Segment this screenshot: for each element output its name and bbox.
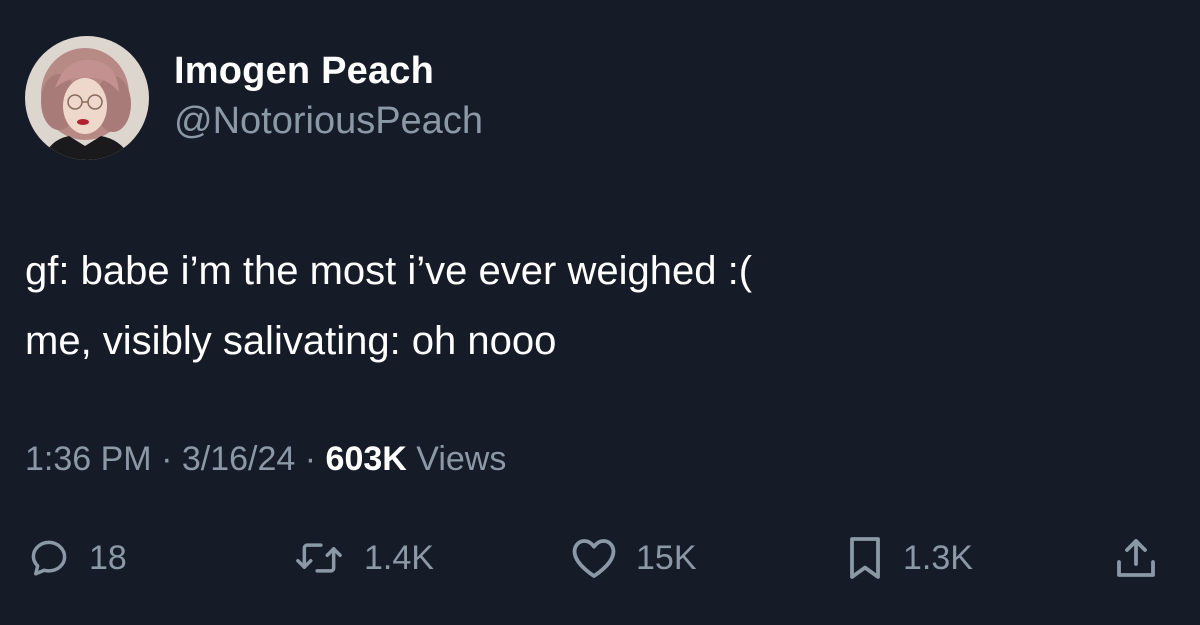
like-count: 15K bbox=[636, 538, 697, 577]
author-display-name[interactable]: Imogen Peach bbox=[174, 50, 434, 93]
share-icon bbox=[1117, 539, 1155, 577]
tweet-line: gf: babe i’m the most i’ve ever weighed … bbox=[25, 249, 753, 293]
tweet-date[interactable]: 3/16/24 bbox=[182, 440, 295, 478]
bookmark-icon bbox=[850, 537, 880, 579]
tweet-time[interactable]: 1:36 PM bbox=[25, 440, 152, 478]
tweet-meta: 1:36 PM · 3/16/24 · 603K Views bbox=[25, 440, 506, 479]
meta-separator: · bbox=[304, 440, 317, 478]
heart-icon bbox=[572, 539, 616, 578]
tweet-text: gf: babe i’m the most i’ve ever weighed … bbox=[25, 236, 752, 376]
like-button[interactable]: 15K bbox=[570, 528, 697, 588]
reply-button[interactable]: 18 bbox=[27, 528, 127, 588]
tweet-line: me, visibly salivating: oh nooo bbox=[25, 319, 557, 363]
author-handle[interactable]: @NotoriousPeach bbox=[174, 100, 483, 143]
bookmark-count: 1.3K bbox=[903, 538, 973, 577]
retweet-button[interactable]: 1.4K bbox=[292, 528, 434, 588]
share-button[interactable] bbox=[1112, 528, 1160, 588]
views-label: Views bbox=[416, 440, 507, 478]
views-count: 603K bbox=[325, 440, 407, 478]
bookmark-button[interactable]: 1.3K bbox=[845, 528, 973, 588]
avatar[interactable] bbox=[25, 36, 149, 160]
reply-count: 18 bbox=[89, 538, 127, 577]
action-bar: 18 1.4K 15K 1.3K bbox=[0, 528, 1200, 588]
reply-icon bbox=[31, 540, 67, 576]
retweet-icon bbox=[296, 543, 342, 573]
meta-separator: · bbox=[161, 440, 173, 478]
tweet-card: Imogen Peach @NotoriousPeach gf: babe i’… bbox=[0, 0, 1200, 625]
retweet-count: 1.4K bbox=[364, 538, 434, 577]
